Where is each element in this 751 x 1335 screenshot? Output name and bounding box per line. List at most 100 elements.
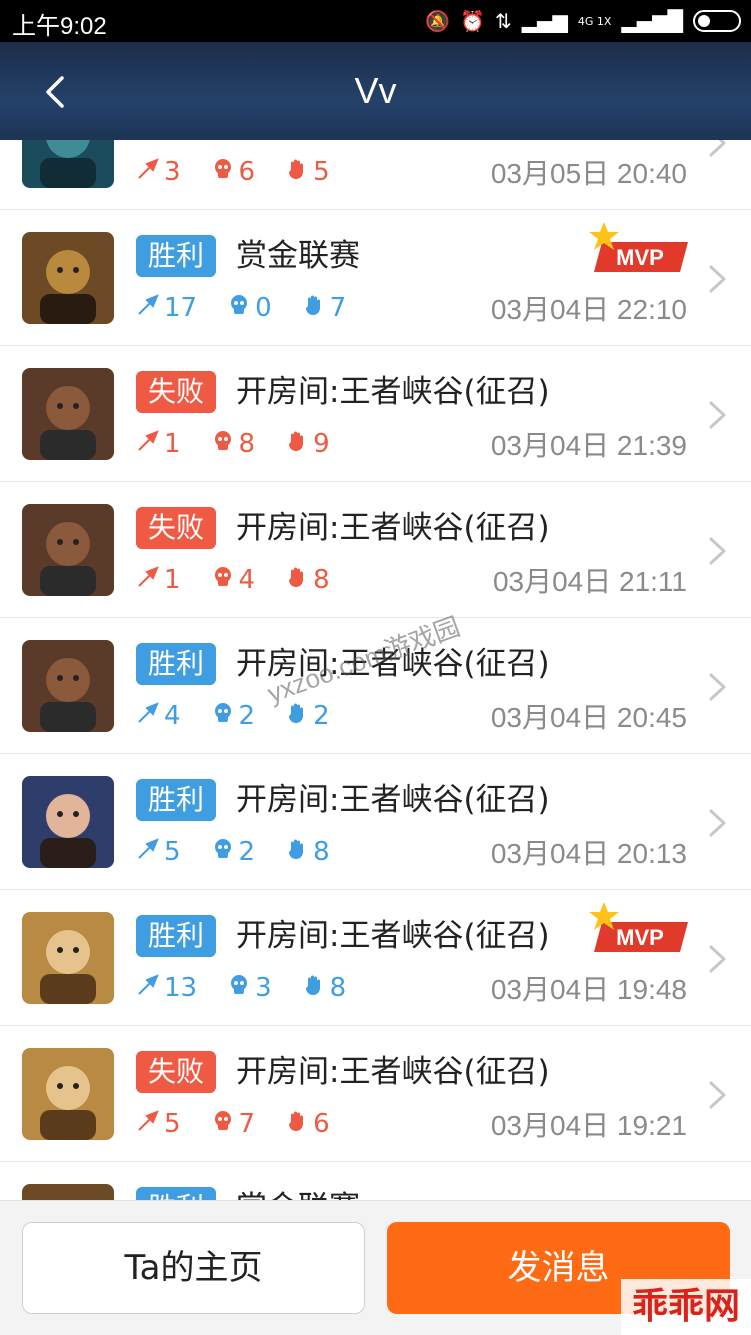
match-row[interactable]: 胜利 赏金联赛 17 0 7 03月04日 22:10 MVP <box>0 210 751 346</box>
kda-stats: 3 6 5 <box>136 154 360 190</box>
deaths-value: 2 <box>238 701 256 731</box>
assists-value: 8 <box>329 973 347 1003</box>
match-row[interactable]: 失败 开房间:王者峡谷(征召) 5 7 6 03月04日 19:21 <box>0 1026 751 1162</box>
signal-icon: ▂▄▆ <box>521 9 568 33</box>
deaths-value: 3 <box>255 973 272 1003</box>
skull-icon <box>227 293 255 324</box>
page-title: Vv <box>354 70 397 111</box>
chevron-right-icon <box>709 809 726 837</box>
hero-avatar <box>22 140 114 188</box>
kill-icon <box>136 1109 164 1140</box>
result-badge: 胜利 <box>136 235 216 277</box>
status-time: 上午9:02 <box>12 13 107 40</box>
chevron-right-icon <box>709 1081 726 1109</box>
assists-value: 5 <box>313 157 330 187</box>
result-badge: 胜利 <box>136 915 216 957</box>
match-time: 03月04日 20:45 <box>490 702 687 733</box>
match-mode: 赏金联赛 <box>236 1187 360 1200</box>
match-row[interactable]: 胜利 开房间:王者峡谷(征召) 5 2 8 03月04日 20:13 <box>0 754 751 890</box>
kills-value: 13 <box>164 973 198 1003</box>
match-row[interactable]: 失败 开房间:王者峡谷(征召) 1 4 8 03月04日 21:11 <box>0 482 751 618</box>
deaths-value: 0 <box>255 293 272 323</box>
mvp-badge: MVP <box>589 222 688 272</box>
result-badge: 胜利 <box>136 1187 216 1200</box>
hero-avatar <box>22 912 114 1004</box>
skull-icon <box>211 1109 239 1140</box>
hand-icon <box>302 973 330 1004</box>
hero-avatar <box>22 368 114 460</box>
hand-icon <box>285 565 313 596</box>
kills-value: 3 <box>164 157 181 187</box>
hero-avatar <box>22 1184 114 1200</box>
result-badge: 失败 <box>136 1051 216 1093</box>
skull-icon <box>211 157 239 188</box>
hand-icon <box>285 701 313 732</box>
match-mode: 开房间:王者峡谷(征召) <box>236 782 550 818</box>
match-mode: 赏金联赛 <box>236 238 360 274</box>
match-time: 03月05日 20:40 <box>490 158 687 189</box>
match-mode: 开房间:王者峡谷(征召) <box>236 374 550 410</box>
chevron-right-icon <box>709 265 726 293</box>
signal-bars-icon: ▂▄▆█ <box>621 9 683 33</box>
hand-icon <box>285 157 313 188</box>
chevron-right-icon <box>709 673 726 701</box>
skull-icon <box>227 973 255 1004</box>
alarm-icon: ⏰ <box>460 9 485 33</box>
site-logo: 乖乖网 <box>621 1279 751 1335</box>
match-time: 03月04日 19:21 <box>490 1110 687 1141</box>
result-badge: 胜利 <box>136 779 216 821</box>
header: Vv <box>0 42 751 140</box>
chevron-right-icon <box>709 945 726 973</box>
network-type: 4G 1X <box>577 14 612 28</box>
ta-homepage-button[interactable]: Ta的主页 <box>22 1222 365 1314</box>
match-time: 03月04日 22:10 <box>490 294 687 325</box>
assists-value: 9 <box>313 429 330 459</box>
match-row[interactable]: 3 6 5 03月05日 20:40 <box>0 140 751 210</box>
match-time: 03月04日 21:39 <box>490 430 687 461</box>
match-time: 03月04日 19:48 <box>490 974 687 1005</box>
hero-avatar <box>22 640 114 732</box>
match-time: 03月04日 21:11 <box>492 566 687 597</box>
match-row[interactable]: 胜利 开房间:王者峡谷(征召) 13 3 8 03月04日 19:48 MVP <box>0 890 751 1026</box>
kda-stats: 17 0 7 <box>136 290 376 326</box>
deaths-value: 6 <box>238 157 256 187</box>
mvp-badge: MVP <box>589 902 688 952</box>
kda-stats: 13 3 8 <box>136 970 376 1006</box>
hand-icon <box>285 1109 313 1140</box>
assists-value: 8 <box>313 837 330 867</box>
kill-icon <box>136 429 164 460</box>
match-row[interactable]: 失败 开房间:王者峡谷(征召) 1 8 9 03月04日 21:39 <box>0 346 751 482</box>
data-transfer-icon: ⇅ <box>494 9 512 33</box>
deaths-value: 7 <box>238 1109 256 1139</box>
kills-value: 1 <box>164 429 181 459</box>
chevron-right-icon <box>709 140 726 157</box>
hand-icon <box>285 837 313 868</box>
deaths-value: 2 <box>238 837 256 867</box>
match-mode: 开房间:王者峡谷(征召) <box>236 918 550 954</box>
assists-value: 6 <box>313 1109 330 1139</box>
deaths-value: 4 <box>238 565 256 595</box>
result-badge: 失败 <box>136 371 216 413</box>
match-mode: 开房间:王者峡谷(征召) <box>236 510 550 546</box>
battery-icon <box>693 10 741 32</box>
result-badge: 失败 <box>136 507 216 549</box>
kills-value: 17 <box>164 293 198 323</box>
hero-avatar <box>22 1048 114 1140</box>
mute-icon: 🔕 <box>425 9 451 33</box>
hero-avatar <box>22 776 114 868</box>
match-row[interactable]: 胜利 赏金联赛 <box>0 1162 751 1200</box>
kills-value: 5 <box>164 837 181 867</box>
mvp-label: MVP <box>616 245 664 270</box>
result-badge: 胜利 <box>136 643 216 685</box>
status-bar: 上午9:02 🔕 ⏰ ⇅ ▂▄▆ 4G 1X ▂▄▆█ <box>0 0 751 42</box>
kda-stats: 5 7 6 <box>136 1106 360 1142</box>
hero-avatar <box>22 232 114 324</box>
kill-icon <box>136 293 164 324</box>
kill-icon <box>136 157 164 188</box>
assists-value: 7 <box>329 293 347 323</box>
skull-icon <box>211 429 239 460</box>
match-time: 03月04日 20:13 <box>490 838 687 869</box>
skull-icon <box>211 837 239 868</box>
kill-icon <box>136 565 164 596</box>
kda-stats: 5 2 8 <box>136 834 360 870</box>
